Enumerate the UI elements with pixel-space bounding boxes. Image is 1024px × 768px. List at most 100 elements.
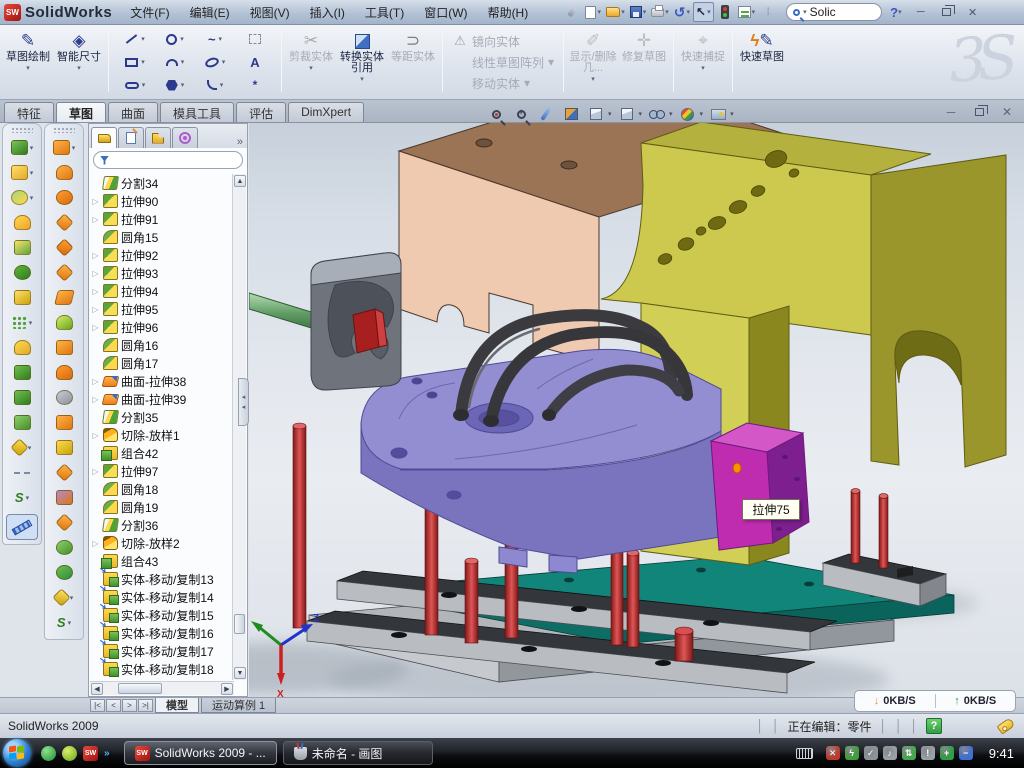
scroll-up-button[interactable]: ▲ (234, 175, 246, 187)
tree-hscroll-thumb[interactable] (118, 683, 162, 694)
tree-item-extrude96[interactable]: ▷拉伸96 (91, 318, 233, 336)
hide-show-icon[interactable] (647, 104, 667, 124)
display-delete-relations-button[interactable]: ✐显示/删除几...▾ (569, 28, 617, 96)
sketch-slot-icon[interactable]: ▾ (116, 75, 154, 96)
panel-overflow-icon[interactable]: » (237, 136, 243, 148)
undercut-analysis-icon[interactable] (47, 210, 81, 235)
taskbar-clock[interactable]: 9:41 (989, 746, 1014, 761)
print-icon-dropdown[interactable]: ▾ (665, 8, 669, 16)
filter-wand-icon[interactable] (536, 104, 556, 124)
sketch-fillet-icon[interactable]: ▾ (196, 75, 234, 96)
help-dropdown-icon[interactable]: ▾ (898, 8, 902, 16)
keyboard-tray-icon[interactable] (796, 748, 813, 759)
tree-item-extrude91[interactable]: ▷拉伸91 (91, 210, 233, 228)
scroll-left-button[interactable]: ◀ (91, 683, 103, 695)
tray-antivirus-icon[interactable]: + (940, 746, 954, 760)
draft-analysis-icon[interactable] (47, 185, 81, 210)
linear-pattern-icon[interactable]: ▾ (5, 310, 39, 335)
tab-evaluate[interactable]: 评估 (236, 102, 286, 122)
new-document-icon[interactable]: ▾ (583, 2, 603, 22)
menu-tools[interactable]: 工具(T) (357, 1, 412, 24)
open-icon-dropdown[interactable]: ▾ (621, 8, 625, 16)
scroll-right-button[interactable]: ▶ (221, 683, 233, 695)
swept-boss-icon[interactable]: ▾ (5, 185, 39, 210)
tag-icon[interactable] (997, 717, 1016, 734)
search-input[interactable]: Solic (810, 5, 836, 19)
tree-horizontal-scrollbar[interactable]: ◀ ▶ (90, 681, 234, 695)
options-icon[interactable]: ▾ (736, 2, 758, 22)
tree-item-move-copy17[interactable]: 实体-移动/复制17 (91, 642, 233, 660)
search-dropdown-icon[interactable]: ▾ (803, 8, 807, 16)
rapid-sketch-button[interactable]: ϟ✎快速草图 (738, 28, 786, 96)
tray-status-icon[interactable]: − (959, 746, 973, 760)
doc-restore-button[interactable] (970, 104, 988, 119)
tree-item-split35[interactable]: 分割35 (91, 408, 233, 426)
tree-item-extrude97-expand-arrow[interactable]: ▷ (91, 467, 100, 476)
tree-item-extrude97[interactable]: ▷拉伸97 (91, 462, 233, 480)
menu-window[interactable]: 窗口(W) (416, 1, 475, 24)
intersect-icon[interactable] (47, 535, 81, 560)
undo-icon-dropdown[interactable]: ▾ (687, 8, 691, 16)
tab-mold-tools[interactable]: 模具工具 (160, 102, 234, 122)
freeform-icon[interactable]: ▾ (47, 585, 81, 610)
combine-bodies-icon[interactable] (47, 510, 81, 535)
print-icon[interactable]: ▾ (649, 2, 671, 22)
tab-dimxpert[interactable]: DimXpert (288, 102, 364, 122)
open-icon[interactable]: ▾ (604, 2, 627, 22)
tree-item-extrude92[interactable]: ▷拉伸92 (91, 246, 233, 264)
tree-item-split34[interactable]: 分割34 (91, 174, 233, 192)
tree-item-fillet15[interactable]: 圆角15 (91, 228, 233, 246)
tree-item-move-copy15[interactable]: 实体-移动/复制15 (91, 606, 233, 624)
hole-wizard-icon[interactable] (5, 285, 39, 310)
insert-mold-folder-icon[interactable]: ▾ (47, 135, 81, 160)
menu-edit[interactable]: 编辑(E) (182, 1, 238, 24)
tree-item-surface-extrude39-expand-arrow[interactable]: ▷ (91, 395, 100, 404)
overflow-icon[interactable]: ⁞ (758, 2, 778, 22)
sketch-selection-box-icon[interactable] (236, 29, 274, 50)
view-orientation-icon[interactable] (586, 104, 606, 124)
undo-icon[interactable]: ↺▾ (672, 2, 692, 22)
scale-feature-icon[interactable] (47, 385, 81, 410)
dome-feature-icon[interactable] (47, 560, 81, 585)
quick-launch-chevron[interactable]: » (104, 748, 110, 759)
traffic-light-icon[interactable] (715, 2, 735, 22)
tree-item-move-copy13[interactable]: 实体-移动/复制13 (91, 570, 233, 588)
panel-splitter-handle[interactable]: ◂◂ (238, 378, 249, 426)
linear-sketch-pattern-button[interactable]: 线性草图阵列▾ (448, 52, 558, 72)
repair-sketch-button[interactable]: ✛修复草图 (620, 28, 668, 96)
tab-nav-3[interactable]: >| (138, 699, 153, 712)
measure-tool-button[interactable] (6, 514, 38, 540)
configurationmanager-tab[interactable] (145, 127, 171, 148)
insert-part-icon[interactable] (47, 435, 81, 460)
delete-body-icon[interactable] (47, 485, 81, 510)
tree-item-extrude95-expand-arrow[interactable]: ▷ (91, 305, 100, 314)
scene-icon[interactable] (708, 104, 728, 124)
tab-nav-0[interactable]: |< (90, 699, 105, 712)
tree-item-extrude91-expand-arrow[interactable]: ▷ (91, 215, 100, 224)
revolved-boss-icon[interactable]: ▾ (5, 160, 39, 185)
boundary-boss-icon[interactable] (5, 235, 39, 260)
task-solidworks[interactable]: SWSolidWorks 2009 - ... (124, 741, 277, 765)
doc-minimize-button[interactable]: ─ (942, 104, 960, 119)
tree-item-combine42[interactable]: 组合42 (91, 444, 233, 462)
smart-dimension-button[interactable]: ◈智能尺寸▾ (55, 28, 103, 96)
featuremanager-tab[interactable] (91, 127, 117, 148)
tree-item-fillet19[interactable]: 圆角19 (91, 498, 233, 516)
parting-line-icon[interactable] (47, 235, 81, 260)
slide-cam-unit[interactable] (249, 253, 401, 390)
tree-vertical-scrollbar[interactable]: ▲ ▼ (232, 174, 246, 680)
menu-view[interactable]: 视图(V) (242, 1, 298, 24)
sketch-point-icon[interactable]: * (236, 75, 274, 96)
cavity-icon[interactable] (47, 360, 81, 385)
task-paint[interactable]: 未命名 - 画图 (283, 741, 433, 765)
fillet-feature-icon[interactable] (5, 335, 39, 360)
sketch-line-icon[interactable]: ▾ (116, 29, 154, 50)
select-cursor-icon[interactable]: ↖▾ (693, 2, 714, 22)
extruded-boss-icon[interactable]: ▾ (5, 135, 39, 160)
tab-nav-2[interactable]: > (122, 699, 137, 712)
restore-button[interactable] (938, 5, 956, 20)
tree-item-fillet18[interactable]: 圆角18 (91, 480, 233, 498)
display-style-icon-dropdown[interactable]: ▾ (639, 110, 643, 118)
tab-model[interactable]: 模型 (155, 698, 199, 713)
spline-tool-icon[interactable]: S▾ (47, 610, 81, 635)
